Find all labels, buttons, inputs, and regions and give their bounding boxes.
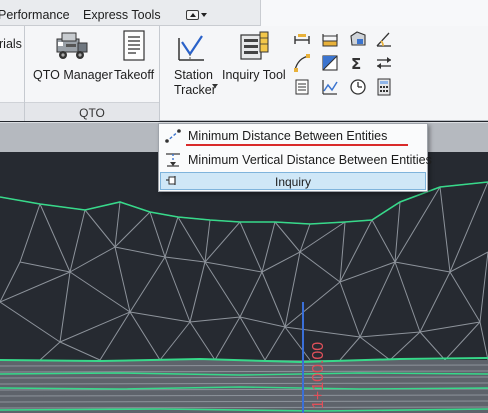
qto-manager-icon[interactable] <box>55 30 89 62</box>
radius-icon[interactable] <box>321 30 339 48</box>
partial-label-materials[interactable]: rials <box>0 37 22 51</box>
polyline-icon[interactable] <box>293 54 311 72</box>
panel-divider <box>159 26 160 121</box>
graph-icon[interactable] <box>321 78 339 96</box>
area-icon[interactable] <box>349 30 367 48</box>
station-tracker-label-line2: Tracker <box>174 83 216 97</box>
inquiry-tool-icon[interactable] <box>238 30 270 62</box>
minimize-panel-icon <box>185 10 199 20</box>
station-tracker-icon[interactable] <box>176 32 206 62</box>
ribbon-minimize-dropdown[interactable] <box>182 8 210 22</box>
tab-express-tools[interactable]: Express Tools <box>83 0 161 25</box>
minimum-distance-icon <box>165 129 181 143</box>
takeoff-icon[interactable] <box>120 30 148 62</box>
menu-footer-inquiry[interactable]: Inquiry <box>160 172 426 190</box>
inquiry-dropdown-menu: Minimum Distance Between Entities Minimu… <box>158 123 432 192</box>
tab-performance[interactable]: Performance <box>0 0 70 25</box>
sum-icon[interactable]: Σ <box>349 54 367 72</box>
red-underline-annotation <box>186 144 408 146</box>
qto-panel-title[interactable]: QTO <box>25 106 159 120</box>
menu-item-minimum-vertical-distance[interactable]: Minimum Vertical Distance Between Entiti… <box>160 149 432 171</box>
chevron-down-icon <box>200 13 207 17</box>
angle-icon[interactable] <box>375 30 393 48</box>
station-tracker-label-line1: Station <box>174 68 213 82</box>
list-icon[interactable] <box>293 78 311 96</box>
triangle-icon[interactable] <box>321 54 339 72</box>
station-tracker-dropdown-caret[interactable] <box>212 84 218 88</box>
menu-item-label: Minimum Vertical Distance Between Entiti… <box>188 153 432 167</box>
ribbon-panel: rials QTO Manager Takeoff Station Tracke… <box>0 26 488 121</box>
minimum-vertical-distance-icon <box>166 153 180 167</box>
menu-item-label: Minimum Distance Between Entities <box>188 129 388 143</box>
distance-icon[interactable] <box>293 30 311 48</box>
station-tracker-button[interactable]: Station Tracker <box>174 68 216 98</box>
clock-icon[interactable] <box>349 78 367 96</box>
takeoff-button[interactable]: Takeoff <box>114 68 154 82</box>
station-label-text: 1+100.00 <box>310 342 327 409</box>
inquiry-tool-button[interactable]: Inquiry Tool <box>222 68 286 82</box>
calculator-icon[interactable] <box>375 78 393 96</box>
svg-text:Σ: Σ <box>351 55 361 72</box>
ribbon-tab-bar: Performance Express Tools <box>0 0 488 26</box>
title-bar-area <box>260 0 488 26</box>
qto-manager-button[interactable]: QTO Manager <box>33 68 113 82</box>
station-label: 1+100.00 <box>305 305 327 409</box>
menu-item-minimum-distance[interactable]: Minimum Distance Between Entities <box>160 125 426 147</box>
panel-title-strip-left <box>0 102 24 121</box>
qto-panel-title-strip: QTO <box>25 102 159 121</box>
menu-footer-label: Inquiry <box>274 175 312 189</box>
inquiry-small-tools: Σ <box>293 30 393 98</box>
offset-arrows-icon[interactable] <box>375 54 393 72</box>
